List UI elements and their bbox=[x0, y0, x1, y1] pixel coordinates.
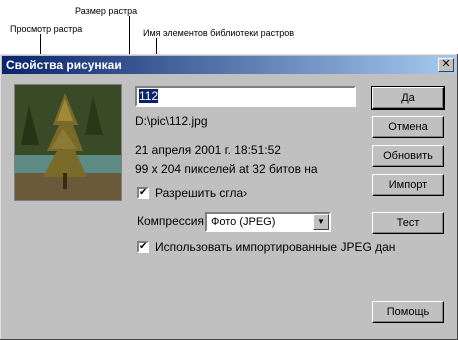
smooth-checkbox[interactable]: ✔ bbox=[137, 187, 149, 199]
compression-label: Компрессия bbox=[137, 214, 204, 228]
chevron-down-icon[interactable]: ▼ bbox=[313, 214, 329, 230]
callout-preview: Просмотр растра bbox=[10, 24, 83, 34]
ok-button[interactable]: Да bbox=[371, 86, 445, 110]
callout-names: Имя элементов библиотеки растров bbox=[143, 28, 295, 38]
bitmap-preview bbox=[14, 84, 122, 201]
refresh-button[interactable]: Обновить bbox=[372, 145, 444, 167]
test-button[interactable]: Тест bbox=[372, 212, 444, 234]
bitmap-dimensions: 99 x 204 пикселей at 32 битов на bbox=[135, 162, 318, 176]
bitmap-preview-image bbox=[15, 85, 121, 200]
picture-properties-dialog: Свойства рисункаи ✕ 112 D:\pic\112.jpg 2… bbox=[0, 54, 458, 340]
cancel-button[interactable]: Отмена bbox=[372, 116, 444, 138]
dialog-title: Свойства рисункаи bbox=[6, 58, 122, 72]
compression-value: Фото (JPEG) bbox=[211, 216, 276, 228]
compression-select[interactable]: Фото (JPEG) ▼ bbox=[205, 212, 331, 232]
close-button[interactable]: ✕ bbox=[438, 58, 454, 72]
help-button[interactable]: Помощь bbox=[372, 301, 444, 323]
dialog-titlebar: Свойства рисункаи ✕ bbox=[2, 56, 456, 74]
import-button[interactable]: Импорт bbox=[372, 174, 444, 196]
smooth-label: Разрешить сгла› bbox=[155, 186, 248, 200]
file-datetime: 21 апреля 2001 г. 18:51:52 bbox=[135, 143, 281, 157]
bitmap-name-input[interactable]: 112 bbox=[135, 86, 356, 107]
use-jpeg-label: Использовать импортированные JPEG дан bbox=[155, 240, 396, 254]
callout-size: Размер растра bbox=[75, 6, 138, 16]
bitmap-name-value: 112 bbox=[139, 89, 159, 103]
file-path: D:\pic\112.jpg bbox=[135, 114, 208, 128]
use-jpeg-checkbox[interactable]: ✔ bbox=[137, 241, 149, 253]
